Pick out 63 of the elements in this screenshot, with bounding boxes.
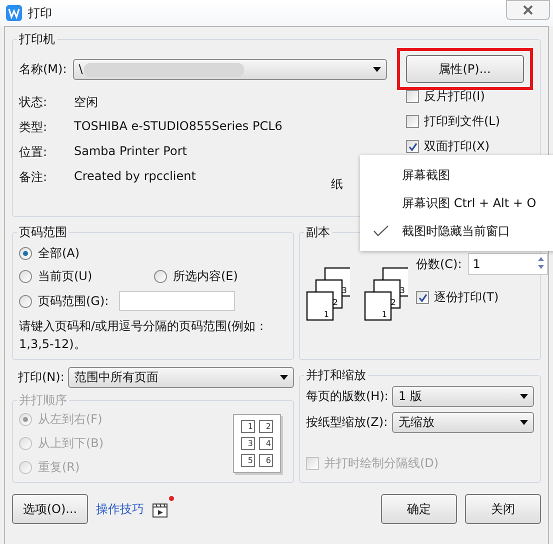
- radio-button[interactable]: [19, 294, 32, 308]
- print-dropdown[interactable]: 范围中所有页面: [68, 367, 294, 388]
- pages-per-sheet-dropdown[interactable]: 1 版: [392, 386, 534, 407]
- info-label: 备注:: [19, 169, 48, 186]
- field-label: 按纸型缩放(Z):: [306, 414, 388, 431]
- close-icon: [522, 5, 534, 15]
- group-title: 并打和缩放: [305, 367, 367, 384]
- info-label: 状态:: [19, 94, 48, 111]
- caret-icon: [520, 420, 528, 425]
- menu-item[interactable]: 屏幕识图 Ctrl + Alt + O: [360, 189, 553, 217]
- checkbox-label: 打印到文件(L): [424, 113, 500, 130]
- caret-icon: [520, 394, 528, 399]
- info-label: 类型:: [19, 119, 48, 136]
- radio-label: 从左到右(F): [38, 411, 102, 428]
- scale-dropdown[interactable]: 无缩放: [392, 412, 534, 433]
- paper-label: 纸: [331, 176, 343, 193]
- checkbox-label: 并打时绘制分隔线(D): [324, 455, 439, 472]
- group-title: 副本: [305, 224, 331, 241]
- group-title: 打印机: [18, 31, 56, 48]
- radio-label: 重复(R): [38, 459, 80, 476]
- radio-label: 当前页(U): [38, 268, 92, 285]
- info-value: Samba Printer Port: [74, 144, 187, 160]
- info-value: 空闲: [74, 94, 98, 111]
- ok-button[interactable]: 确定: [381, 494, 457, 524]
- field-label: 打印(N):: [18, 369, 64, 386]
- close-button[interactable]: [506, 0, 550, 20]
- printer-dropdown[interactable]: \: [72, 58, 387, 80]
- radio-button[interactable]: [19, 247, 32, 260]
- checkbox-label: 逐份打印(T): [434, 289, 499, 306]
- info-value: TOSHIBA e-STUDIO855Series PCL6: [74, 119, 282, 135]
- group-title: 并打顺序: [18, 392, 68, 409]
- tips-link[interactable]: 操作技巧: [96, 500, 144, 518]
- info-label: 位置:: [19, 144, 48, 161]
- copies-spinner[interactable]: 1: [468, 253, 548, 275]
- checkbox[interactable]: [406, 115, 419, 128]
- app-logo-icon: [6, 5, 22, 21]
- checkbox[interactable]: [406, 90, 419, 103]
- radio-label: 从上到下(B): [38, 435, 104, 452]
- radio-button[interactable]: [19, 270, 32, 283]
- checkbox[interactable]: [406, 140, 419, 153]
- menu-item[interactable]: 截图时隐藏当前窗口: [360, 217, 553, 245]
- caret-icon: [280, 375, 288, 380]
- group-title: 页码范围: [18, 224, 68, 241]
- menu-item[interactable]: 屏幕截图: [360, 161, 553, 189]
- field-label: 每页的版数(H):: [306, 388, 388, 405]
- field-label: 份数(C):: [416, 256, 462, 272]
- options-button[interactable]: 选项(O)...: [12, 494, 88, 524]
- field-label: 名称(M):: [19, 60, 67, 78]
- caret-icon: [372, 66, 381, 72]
- hint-text: 请键入页码和/或用逗号分隔的页码范围(例如：1,3,5-12)。: [19, 318, 269, 353]
- properties-button[interactable]: 属性(P)...: [406, 55, 524, 83]
- checkbox[interactable]: [416, 291, 429, 304]
- radio-label: 全部(A): [38, 245, 80, 262]
- checkbox-label: 反片打印(I): [424, 88, 485, 105]
- close-dialog-button[interactable]: 关闭: [465, 494, 541, 524]
- checkbox-label: 双面打印(X): [424, 138, 490, 155]
- radio-label: 页码范围(G):: [38, 292, 109, 310]
- info-value: Created by rpcclient: [74, 169, 196, 185]
- radio-button[interactable]: [154, 270, 167, 283]
- page-order-preview: 1 2 3 4 5 6: [233, 414, 281, 473]
- window-title: 打印: [28, 4, 52, 22]
- page-range-field[interactable]: [118, 291, 235, 311]
- radio-label: 所选内容(E): [173, 268, 238, 285]
